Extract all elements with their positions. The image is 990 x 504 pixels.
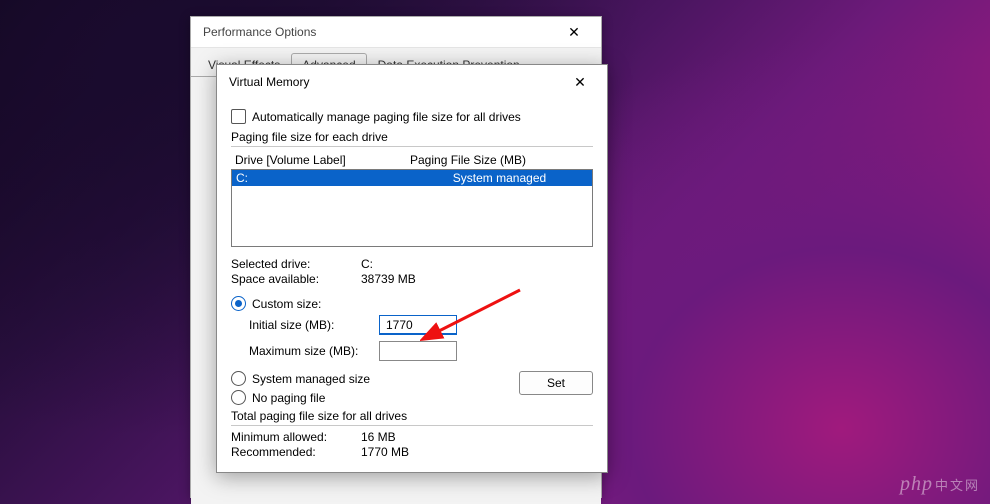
recommended-value: 1770 MB: [361, 445, 409, 459]
recommended-row: Recommended: 1770 MB: [231, 445, 593, 459]
minimum-allowed-row: Minimum allowed: 16 MB: [231, 430, 593, 444]
performance-options-title: Performance Options: [203, 25, 316, 39]
drive-size: System managed: [411, 171, 588, 185]
close-icon[interactable]: ✕: [555, 18, 593, 46]
col-size-label: Paging File Size (MB): [410, 153, 526, 167]
group-drives-label: Paging file size for each drive: [231, 130, 593, 144]
drive-list-header: Drive [Volume Label] Paging File Size (M…: [231, 151, 593, 169]
system-managed-label: System managed size: [252, 372, 370, 386]
custom-size-label: Custom size:: [252, 297, 321, 311]
auto-manage-label: Automatically manage paging file size fo…: [252, 110, 521, 124]
no-paging-label: No paging file: [252, 391, 325, 405]
maximum-size-input[interactable]: [379, 341, 457, 361]
selected-drive-row: Selected drive: C:: [231, 257, 593, 271]
recommended-label: Recommended:: [231, 445, 361, 459]
radio-icon: [231, 296, 246, 311]
drive-row[interactable]: C: System managed: [232, 170, 592, 186]
close-icon[interactable]: ✕: [561, 68, 599, 96]
col-drive-label: Drive [Volume Label]: [235, 153, 410, 167]
watermark-brand: php: [900, 473, 933, 495]
space-available-row: Space available: 38739 MB: [231, 272, 593, 286]
virtual-memory-body: Automatically manage paging file size fo…: [217, 99, 607, 472]
group-divider: [231, 425, 593, 426]
performance-options-titlebar: Performance Options ✕: [191, 17, 601, 48]
virtual-memory-dialog: Virtual Memory ✕ Automatically manage pa…: [216, 64, 608, 473]
initial-size-input[interactable]: [379, 315, 457, 335]
maximum-size-row: Maximum size (MB):: [249, 341, 593, 361]
desktop-background: Performance Options ✕ Visual Effects Adv…: [0, 0, 990, 504]
selected-drive-value: C:: [361, 257, 373, 271]
drive-letter: C:: [236, 171, 411, 185]
initial-size-label: Initial size (MB):: [249, 318, 379, 332]
initial-size-row: Initial size (MB):: [249, 315, 593, 335]
drive-list[interactable]: C: System managed: [231, 169, 593, 247]
minimum-allowed-label: Minimum allowed:: [231, 430, 361, 444]
radio-icon: [231, 390, 246, 405]
watermark: php中文网: [900, 473, 980, 496]
space-available-value: 38739 MB: [361, 272, 416, 286]
auto-manage-checkbox[interactable]: Automatically manage paging file size fo…: [231, 109, 593, 124]
virtual-memory-title: Virtual Memory: [229, 75, 309, 89]
custom-size-radio[interactable]: Custom size:: [231, 296, 593, 311]
selected-drive-label: Selected drive:: [231, 257, 361, 271]
watermark-cn: 中文网: [935, 478, 980, 493]
group-divider: [231, 146, 593, 147]
maximum-size-label: Maximum size (MB):: [249, 344, 379, 358]
space-available-label: Space available:: [231, 272, 361, 286]
checkbox-icon: [231, 109, 246, 124]
set-button[interactable]: Set: [519, 371, 593, 395]
virtual-memory-titlebar: Virtual Memory ✕: [217, 65, 607, 99]
group-total-label: Total paging file size for all drives: [231, 409, 593, 423]
minimum-allowed-value: 16 MB: [361, 430, 396, 444]
radio-icon: [231, 371, 246, 386]
